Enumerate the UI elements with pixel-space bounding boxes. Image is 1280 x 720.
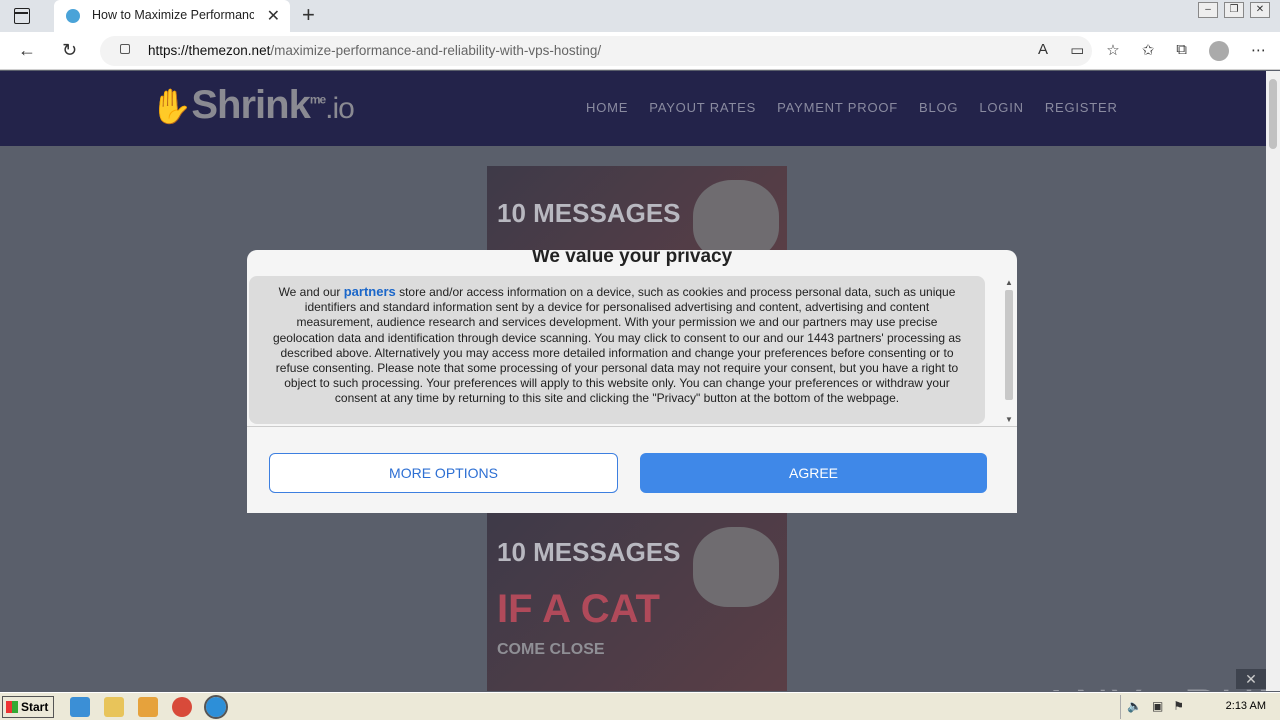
profile-avatar[interactable] <box>1209 41 1229 61</box>
nav-home[interactable]: HOME <box>586 100 628 115</box>
site-logo[interactable]: ✋Shrinkme.io <box>150 83 355 128</box>
nav-payment-proof[interactable]: PAYMENT PROOF <box>777 100 898 115</box>
ad-line2: IF A CAT <box>497 587 660 631</box>
nav-payout-rates[interactable]: PAYOUT RATES <box>649 100 756 115</box>
ad-banner-bottom[interactable]: 10 MESSAGES IF A CAT COME CLOSE <box>487 513 787 691</box>
browser-tabstrip: How to Maximize Performance ✕ + – ❐ ✕ <box>0 0 1280 32</box>
page-scroll-thumb[interactable] <box>1269 79 1277 149</box>
taskbar-apps <box>70 695 228 719</box>
back-arrow-icon[interactable]: ← <box>18 40 36 61</box>
consent-text: We and our partners store and/or access … <box>272 284 962 406</box>
close-window-icon[interactable]: ✕ <box>1250 2 1270 18</box>
nav-blog[interactable]: BLOG <box>919 100 958 115</box>
anyrun-watermark: ANY▷RUN <box>1040 679 1266 691</box>
volume-icon[interactable]: 🔈 <box>1127 699 1142 713</box>
media-player-icon[interactable] <box>138 697 158 717</box>
consent-scroll-thumb[interactable] <box>1005 290 1013 400</box>
more-menu-icon[interactable]: ⋯ <box>1251 41 1266 61</box>
cat-image-2 <box>693 527 779 607</box>
lock-icon <box>120 44 130 54</box>
logo-hand-icon: ✋ <box>150 88 192 126</box>
browser-toolbar-icons: A ▭ ☆ ✩ ⧉ ⋯ <box>1038 41 1266 61</box>
address-toolbar: ← ↻ https://themezon.net/maximize-perfor… <box>0 32 1280 70</box>
site-favicon-icon <box>66 9 80 23</box>
nav-register[interactable]: REGISTER <box>1045 100 1118 115</box>
tab-actions-icon[interactable] <box>14 8 30 24</box>
taskbar: Start 🔈 ▣ ⚑ 2:13 AM <box>0 692 1280 720</box>
scroll-up-icon[interactable]: ▲ <box>1005 278 1013 287</box>
chrome-icon[interactable] <box>172 697 192 717</box>
ad-line3: COME CLOSE <box>497 641 605 658</box>
scroll-down-icon[interactable]: ▼ <box>1005 415 1013 424</box>
clock: 2:13 AM <box>1225 700 1266 712</box>
page-scrollbar[interactable] <box>1266 71 1280 691</box>
favorites-icon[interactable]: ✩ <box>1142 41 1155 61</box>
ad-banner-top[interactable]: 10 MESSAGES <box>487 166 787 256</box>
url-text[interactable]: https://themezon.net/maximize-performanc… <box>148 43 601 58</box>
ie-icon[interactable] <box>70 697 90 717</box>
consent-body: We and our partners store and/or access … <box>249 276 985 424</box>
network-icon[interactable]: ▣ <box>1152 699 1163 713</box>
tab-close-icon[interactable]: ✕ <box>267 6 280 26</box>
partners-link[interactable]: partners <box>344 284 396 299</box>
agree-button[interactable]: AGREE <box>640 453 987 493</box>
refresh-icon[interactable]: ↻ <box>62 40 77 61</box>
reader-view-icon[interactable]: ▭ <box>1070 41 1084 61</box>
browser-tab[interactable]: How to Maximize Performance ✕ <box>54 0 290 32</box>
collections-icon[interactable]: ⧉ <box>1176 41 1187 61</box>
folder-icon[interactable] <box>104 697 124 717</box>
dialog-divider <box>247 426 1017 427</box>
add-favorite-icon[interactable]: ☆ <box>1106 41 1119 61</box>
more-options-button[interactable]: MORE OPTIONS <box>269 453 618 493</box>
start-button[interactable]: Start <box>2 696 54 718</box>
window-controls: – ❐ ✕ <box>1198 2 1270 18</box>
ad-headline: 10 MESSAGES <box>497 198 681 228</box>
system-tray: 🔈 ▣ ⚑ 2:13 AM <box>1120 695 1280 719</box>
consent-dialog: We value your privacy We and our partner… <box>247 250 1017 513</box>
tab-title: How to Maximize Performance <box>92 8 254 22</box>
site-header: ✋Shrinkme.io HOME PAYOUT RATES PAYMENT P… <box>0 71 1266 146</box>
restore-icon[interactable]: ❐ <box>1224 2 1244 18</box>
consent-scrollbar[interactable]: ▲ ▼ <box>1003 278 1015 424</box>
consent-title: We value your privacy <box>531 250 733 267</box>
edge-icon[interactable] <box>204 695 228 719</box>
new-tab-button[interactable]: + <box>302 2 315 28</box>
nav-login[interactable]: LOGIN <box>979 100 1023 115</box>
site-nav: HOME PAYOUT RATES PAYMENT PROOF BLOG LOG… <box>586 100 1118 115</box>
read-aloud-icon[interactable]: A <box>1038 41 1048 61</box>
ad-headline-2: 10 MESSAGES <box>497 537 681 567</box>
minimize-icon[interactable]: – <box>1198 2 1218 18</box>
url-bar[interactable]: https://themezon.net/maximize-performanc… <box>100 36 1092 66</box>
cat-image <box>693 180 779 256</box>
flag-icon[interactable]: ⚑ <box>1173 699 1184 713</box>
